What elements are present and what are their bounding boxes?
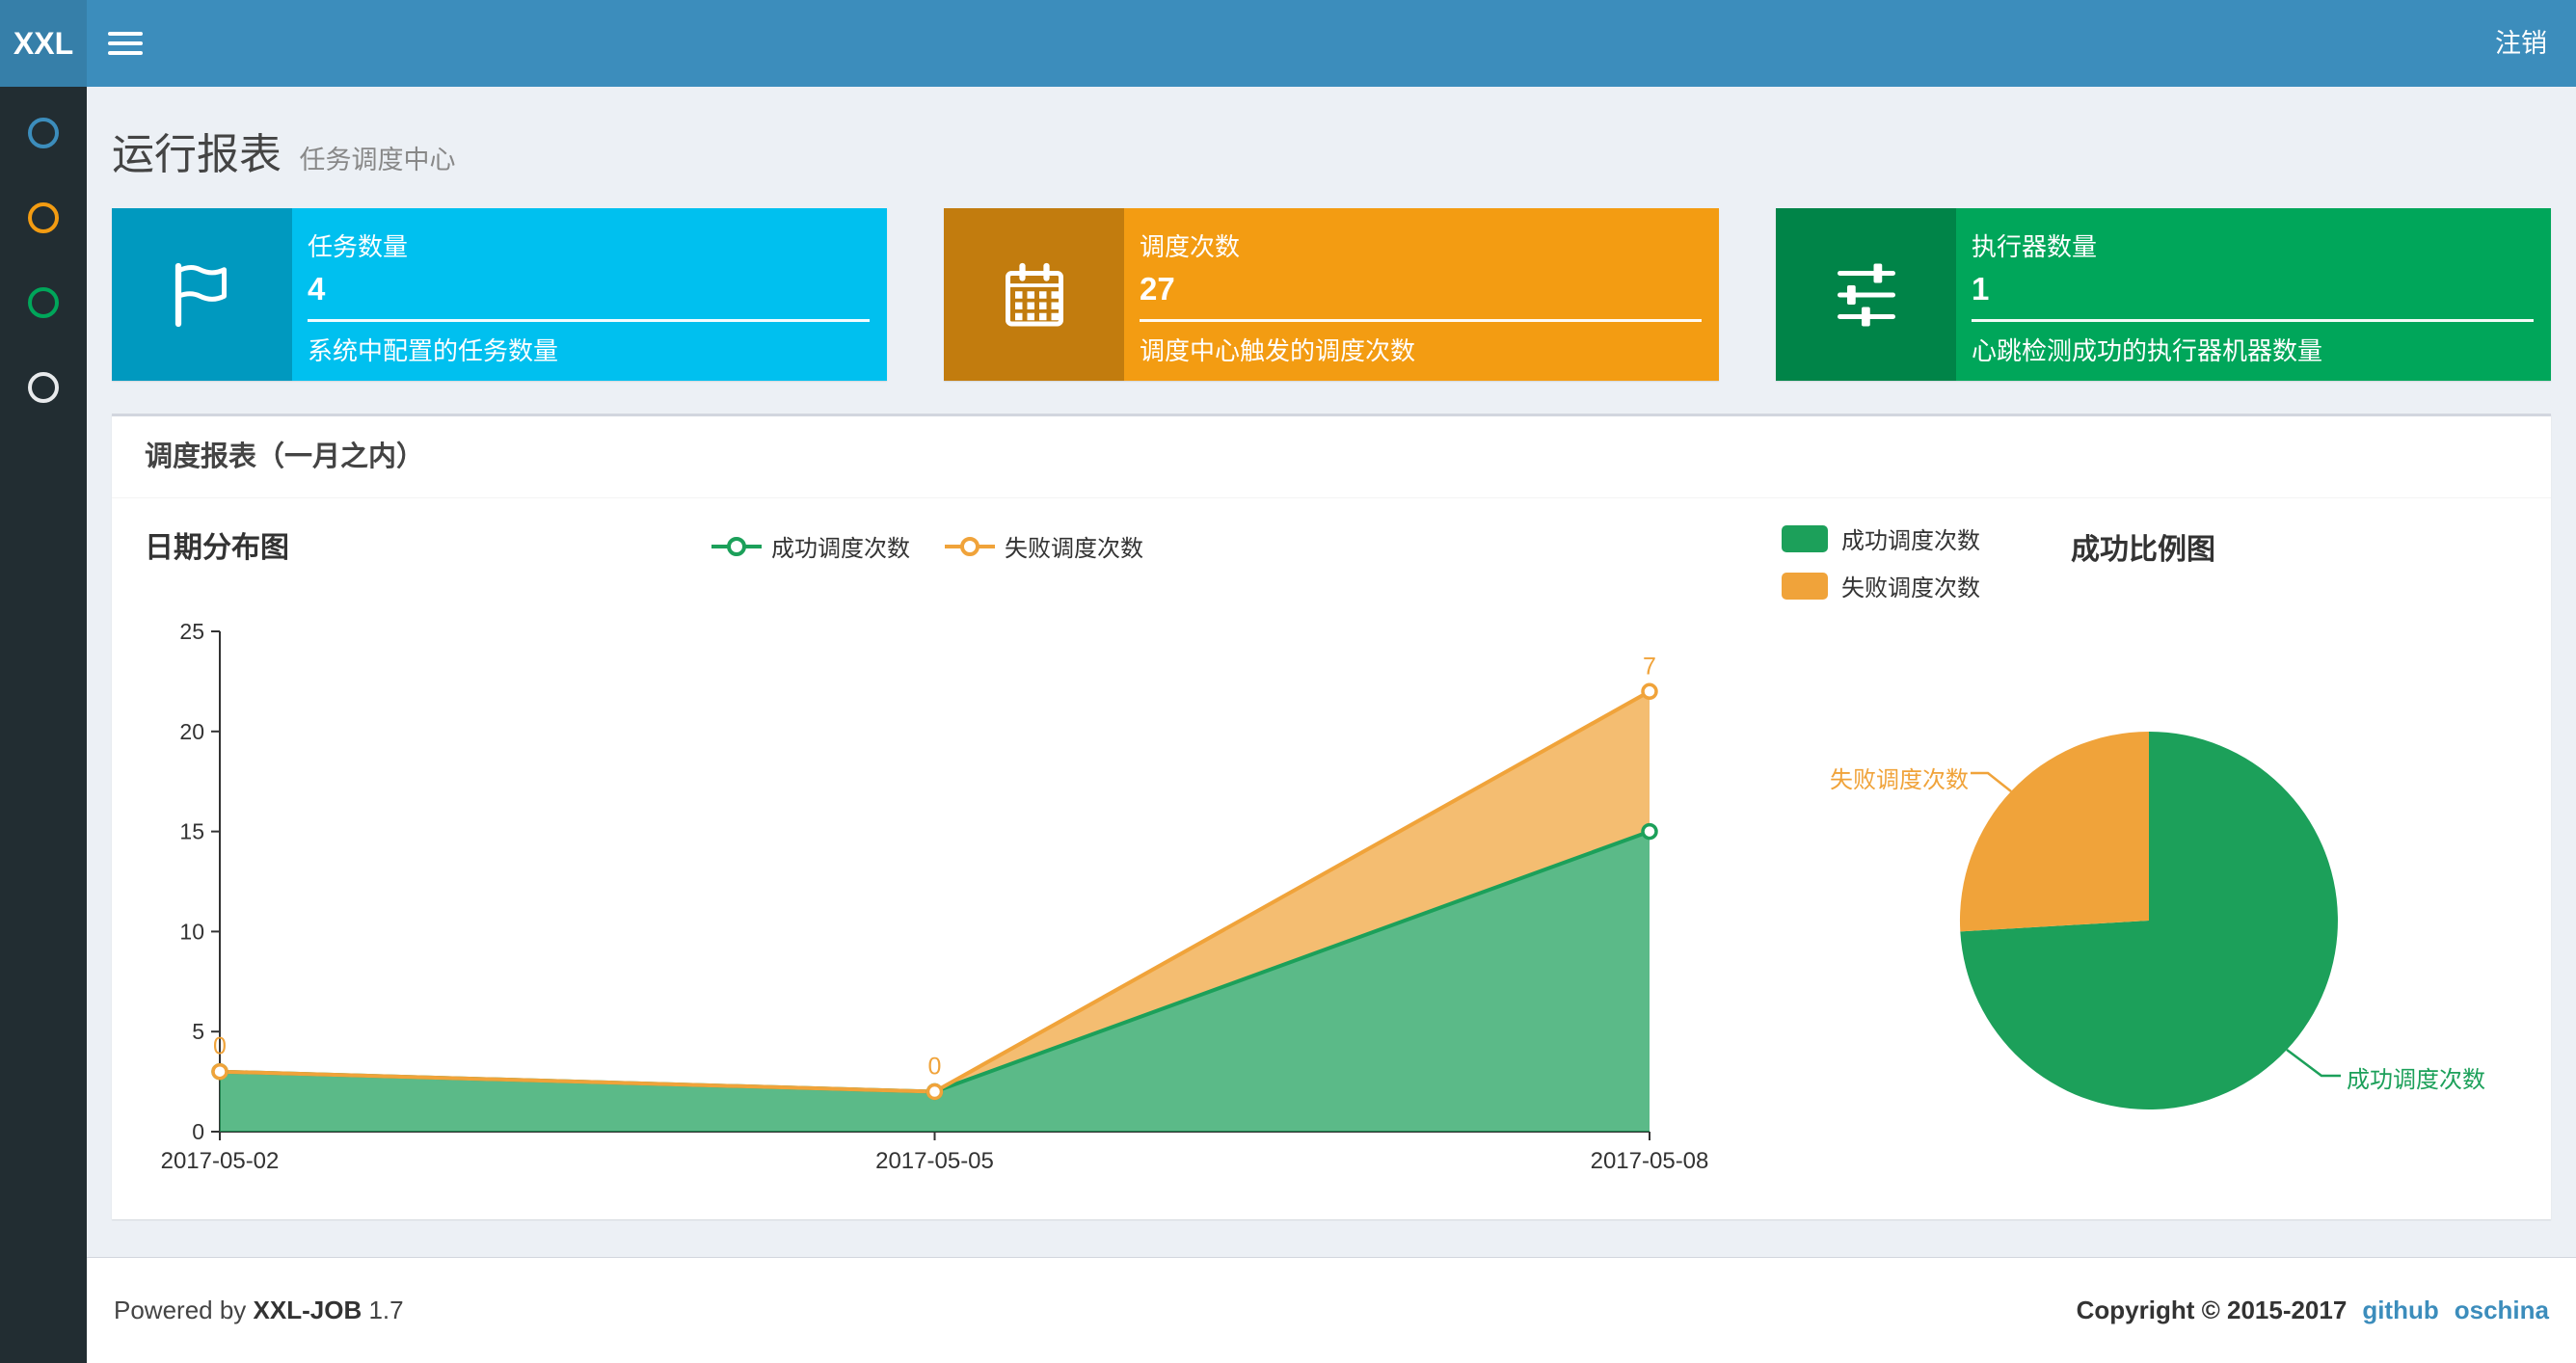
svg-text:2017-05-05: 2017-05-05: [875, 1148, 994, 1174]
legend-label: 成功调度次数: [1841, 528, 1980, 554]
calendar-icon: [944, 208, 1124, 381]
info-box-triggers: 调度次数 27 调度中心触发的调度次数: [944, 208, 1719, 381]
legend-item-fail[interactable]: 失败调度次数: [945, 529, 1143, 563]
report-panel: 调度报表（一月之内） 0 5 10 15 20 25 2017-05-02 2017-05-0…: [112, 414, 2551, 1219]
legend-label: 失败调度次数: [1005, 536, 1143, 562]
circle-icon: [28, 372, 59, 403]
sidebar-item-1[interactable]: [0, 91, 87, 175]
page-header: 运行报表 任务调度中心: [87, 87, 2576, 208]
info-box-jobs: 任务数量 4 系统中配置的任务数量: [112, 208, 887, 381]
svg-text:7: 7: [1643, 653, 1656, 680]
sidebar-item-4[interactable]: [0, 345, 87, 430]
sidebar-item-2[interactable]: [0, 175, 87, 260]
sidebar-toggle-button[interactable]: [87, 0, 164, 87]
svg-text:5: 5: [192, 1019, 204, 1044]
legend-item-success[interactable]: 成功调度次数: [1782, 521, 1980, 555]
logout-link[interactable]: 注销: [2466, 0, 2576, 87]
info-box-executors: 执行器数量 1 心跳检测成功的执行器机器数量: [1776, 208, 2551, 381]
panel-body: 0 5 10 15 20 25 2017-05-02 2017-05-05 2017-05-08…: [112, 498, 2551, 1219]
sidebar: [0, 87, 87, 1363]
legend-item-success[interactable]: 成功调度次数: [711, 529, 910, 563]
pie-slice-label-fail: 失败调度次数: [1830, 767, 1969, 793]
svg-text:25: 25: [179, 619, 204, 644]
pie-chart-title: 成功比例图: [2071, 534, 2215, 566]
legend-item-fail[interactable]: 失败调度次数: [1782, 569, 1980, 602]
legend-label: 成功调度次数: [771, 536, 910, 562]
info-box-row: 任务数量 4 系统中配置的任务数量 调度次数 27 调度中心触发的调度次数 执行…: [112, 208, 2551, 381]
top-navbar: XXL 注销: [0, 0, 2576, 87]
svg-text:15: 15: [179, 819, 204, 844]
swatch-icon: [1782, 524, 1828, 552]
pie-chart-legend: 成功调度次数 失败调度次数: [1782, 521, 1980, 602]
circle-icon: [28, 118, 59, 148]
line-chart-title: 日期分布图: [145, 532, 289, 564]
app-logo[interactable]: XXL: [0, 0, 87, 87]
info-box-label: 任务数量: [308, 232, 409, 261]
divider: [308, 319, 870, 322]
line-marker-icon: [945, 536, 995, 557]
pie-slice-label-success: 成功调度次数: [2347, 1067, 2485, 1093]
svg-text:2017-05-02: 2017-05-02: [161, 1148, 280, 1174]
svg-text:10: 10: [179, 919, 204, 944]
info-box-desc: 调度中心触发的调度次数: [1140, 336, 1416, 365]
xxl-job-dashboard: XXL 注销 运行报表 任务调度中心 任务数量 4 系统中配置的任务数量 调度次…: [0, 0, 2576, 1363]
product-version: 1.7: [368, 1296, 404, 1324]
footer: Powered by XXL-JOB 1.7 Copyright © 2015-…: [87, 1257, 2576, 1363]
divider: [1140, 319, 1702, 322]
line-chart-legend: 成功调度次数 失败调度次数: [711, 529, 1143, 563]
info-box-label: 执行器数量: [1972, 232, 2098, 261]
sliders-icon: [1776, 208, 1956, 381]
content-area: 运行报表 任务调度中心 任务数量 4 系统中配置的任务数量 调度次数 27 调度…: [87, 87, 2576, 1257]
line-marker-icon: [711, 536, 762, 557]
flag-icon: [112, 208, 292, 381]
circle-icon: [28, 202, 59, 233]
svg-text:0: 0: [192, 1119, 204, 1144]
github-link[interactable]: github: [2362, 1296, 2438, 1325]
svg-text:0: 0: [213, 1033, 227, 1060]
info-box-desc: 系统中配置的任务数量: [308, 336, 559, 365]
oschina-link[interactable]: oschina: [2455, 1296, 2549, 1325]
svg-text:2017-05-08: 2017-05-08: [1591, 1148, 1709, 1174]
divider: [1972, 319, 2534, 322]
sidebar-item-3[interactable]: [0, 260, 87, 345]
page-title: 运行报表: [112, 131, 282, 178]
page-subtitle: 任务调度中心: [299, 146, 456, 174]
info-box-value: 4: [308, 271, 326, 307]
panel-title: 调度报表（一月之内）: [112, 416, 2551, 498]
hamburger-icon: [108, 32, 143, 36]
swatch-icon: [1782, 572, 1828, 600]
copyright-text: Copyright © 2015-2017: [2076, 1296, 2348, 1324]
legend-label: 失败调度次数: [1841, 575, 1980, 601]
product-name: XXL-JOB: [253, 1296, 362, 1324]
footer-powered-by: Powered by XXL-JOB 1.7: [114, 1296, 404, 1324]
info-box-value: 27: [1140, 271, 1175, 307]
svg-text:0: 0: [928, 1054, 942, 1081]
svg-text:20: 20: [179, 719, 204, 744]
info-box-label: 调度次数: [1140, 232, 1241, 261]
info-box-desc: 心跳检测成功的执行器机器数量: [1972, 336, 2323, 365]
circle-icon: [28, 287, 59, 318]
info-box-value: 1: [1972, 271, 1990, 307]
charts-canvas: 05101520252017-05-02 2017-05-05 2017-05-08…: [161, 619, 2341, 1174]
